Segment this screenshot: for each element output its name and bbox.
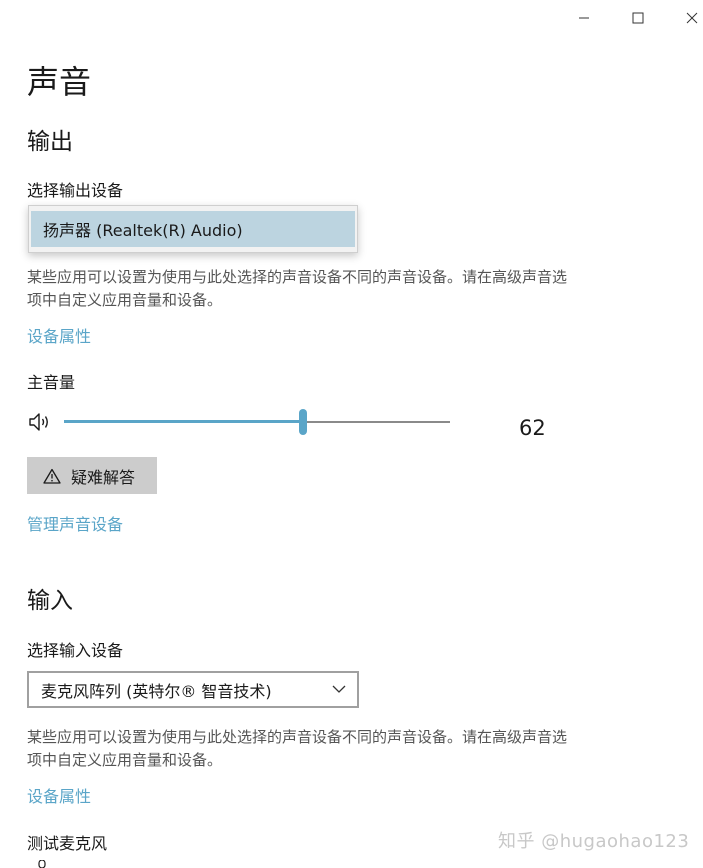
- input-device-selected-label: 麦克风阵列 (英特尔® 智音技术): [41, 681, 272, 701]
- input-heading: 输入: [27, 588, 73, 614]
- output-device-option-label: 扬声器 (Realtek(R) Audio): [43, 221, 243, 240]
- output-device-option[interactable]: 扬声器 (Realtek(R) Audio): [31, 211, 355, 247]
- troubleshoot-label: 疑难解答: [71, 467, 136, 487]
- chevron-down-icon: [332, 685, 346, 693]
- page-title: 声音: [27, 63, 92, 101]
- output-description: 某些应用可以设置为使用与此处选择的声音设备不同的声音设备。请在高级声音选项中自定…: [27, 268, 568, 309]
- maximize-button[interactable]: [616, 4, 660, 32]
- maximize-icon: [632, 12, 644, 24]
- minimize-button[interactable]: [562, 4, 606, 32]
- microphone-icon: [38, 860, 46, 868]
- watermark: 知乎 @hugaohao123: [498, 831, 690, 852]
- close-button[interactable]: [670, 4, 703, 32]
- troubleshoot-button[interactable]: 疑难解答: [27, 457, 157, 494]
- master-volume-value: 62: [519, 416, 546, 440]
- speaker-icon[interactable]: [28, 411, 54, 433]
- output-device-properties-link[interactable]: 设备属性: [27, 326, 91, 348]
- output-select-label: 选择输出设备: [27, 181, 124, 200]
- close-icon: [686, 12, 698, 24]
- slider-thumb[interactable]: [299, 409, 308, 435]
- input-device-select[interactable]: 麦克风阵列 (英特尔® 智音技术): [27, 671, 359, 708]
- output-device-dropdown-list: 扬声器 (Realtek(R) Audio): [28, 205, 358, 253]
- input-description: 某些应用可以设置为使用与此处选择的声音设备不同的声音设备。请在高级声音选项中自定…: [27, 728, 568, 769]
- warning-icon: [43, 468, 61, 484]
- master-volume-label: 主音量: [27, 373, 76, 392]
- test-microphone-label: 测试麦克风: [27, 834, 108, 853]
- slider-fill: [64, 420, 304, 423]
- input-select-label: 选择输入设备: [27, 641, 124, 660]
- master-volume-slider[interactable]: [64, 405, 450, 439]
- input-device-properties-link[interactable]: 设备属性: [27, 786, 91, 808]
- manage-sound-devices-link[interactable]: 管理声音设备: [27, 514, 123, 536]
- minimize-icon: [579, 17, 589, 19]
- output-heading: 输出: [27, 129, 73, 155]
